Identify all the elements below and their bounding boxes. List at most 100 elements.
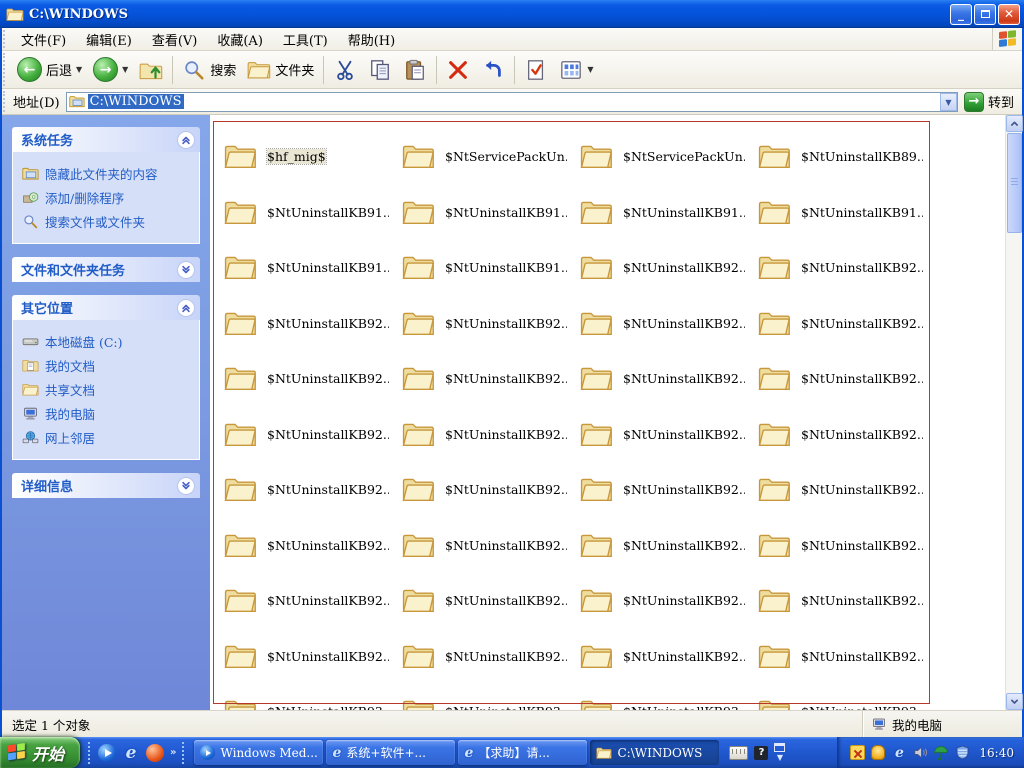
address-input[interactable]: C:\WINDOWS ▼ [66, 92, 958, 112]
keyboard-icon[interactable] [729, 746, 748, 760]
menu-edit[interactable]: 编辑(E) [76, 28, 142, 51]
menu-view[interactable]: 查看(V) [142, 28, 208, 51]
file-item[interactable]: $NtUninstallKB91... [398, 240, 576, 296]
vertical-scrollbar[interactable] [1005, 115, 1022, 710]
titlebar[interactable]: C:\WINDOWS _ ✕ [0, 0, 1024, 28]
sidebar-task-item[interactable]: 搜索文件或文件夹 [22, 209, 195, 233]
langbar-caret-icon[interactable]: ▼ [777, 753, 783, 762]
langbar-restore-icon[interactable] [774, 743, 785, 752]
menubar-grip[interactable] [3, 30, 10, 48]
file-item[interactable]: $NtUninstallKB92... [398, 462, 576, 518]
file-item[interactable]: $NtUninstallKB92... [220, 296, 398, 352]
file-item[interactable]: $NtServicePackUn... [398, 129, 576, 185]
scroll-down-button[interactable] [1006, 693, 1023, 710]
file-item[interactable]: $NtUninstallKB92... [576, 462, 754, 518]
address-value[interactable]: C:\WINDOWS [88, 94, 184, 109]
file-item[interactable]: $NtUninstallKB92... [398, 296, 576, 352]
views-dropdown-icon[interactable]: ▼ [587, 65, 593, 74]
panel-details-header[interactable]: 详细信息 [12, 473, 200, 498]
file-item[interactable]: $NtUninstallKB92... [576, 296, 754, 352]
file-item[interactable]: $NtUninstallKB91... [220, 185, 398, 241]
file-item[interactable]: $NtUninstallKB92... [754, 518, 932, 574]
file-item[interactable]: $NtUninstallKB92... [220, 462, 398, 518]
file-item[interactable]: $NtUninstallKB92... [220, 518, 398, 574]
delete-button[interactable] [441, 54, 475, 86]
sidebar-task-item[interactable]: 添加/删除程序 [22, 185, 195, 209]
checkdoc-button[interactable] [519, 54, 553, 86]
forward-button[interactable]: → ▼ [88, 54, 133, 86]
wmp-quicklaunch-icon[interactable] [98, 744, 116, 762]
sidebar-place-item[interactable]: 网上邻居 [22, 425, 195, 449]
start-button[interactable]: 开始 [0, 737, 80, 768]
file-list-area[interactable]: $hf_mig$ $NtServicePackUn... $NtServiceP… [210, 115, 1022, 710]
thunder-tray-icon[interactable] [849, 745, 865, 761]
file-item[interactable]: $NtUninstallKB93... [754, 684, 932, 710]
copy-button[interactable] [363, 54, 397, 86]
file-item[interactable]: $NtUninstallKB92... [754, 351, 932, 407]
quicklaunch-grip[interactable] [88, 742, 92, 764]
ie-quicklaunch-icon[interactable]: e [122, 744, 140, 762]
file-item[interactable]: $NtUninstallKB91... [754, 185, 932, 241]
file-item[interactable]: $NtUninstallKB92... [576, 351, 754, 407]
panel-other-places-header[interactable]: 其它位置 [12, 295, 200, 320]
up-button[interactable] [134, 54, 168, 86]
folders-button[interactable]: 文件夹 [242, 54, 319, 86]
paste-button[interactable] [398, 54, 432, 86]
panel-system-tasks-header[interactable]: 系统任务 [12, 127, 200, 152]
panel-file-tasks-header[interactable]: 文件和文件夹任务 [12, 257, 200, 282]
file-item[interactable]: $NtUninstallKB92... [754, 296, 932, 352]
cut-button[interactable] [328, 54, 362, 86]
file-item[interactable]: $NtUninstallKB91... [398, 185, 576, 241]
file-item[interactable]: $NtUninstallKB92... [576, 629, 754, 685]
minimize-button[interactable]: _ [950, 4, 972, 25]
qq-tray-icon[interactable] [870, 745, 886, 761]
file-item[interactable]: $NtUninstallKB92... [754, 629, 932, 685]
go-button[interactable]: → 转到 [958, 92, 1022, 112]
forward-dropdown-icon[interactable]: ▼ [122, 65, 128, 74]
sidebar-place-item[interactable]: 我的文档 [22, 353, 195, 377]
sidebar-place-item[interactable]: 我的电脑 [22, 401, 195, 425]
file-item[interactable]: $NtUninstallKB92... [220, 573, 398, 629]
file-item[interactable]: $NtUninstallKB93... [398, 684, 576, 710]
menu-file[interactable]: 文件(F) [11, 28, 76, 51]
file-item[interactable]: $NtUninstallKB92... [576, 407, 754, 463]
file-item[interactable]: $NtUninstallKB92... [576, 518, 754, 574]
file-item[interactable]: $NtUninstallKB91... [576, 185, 754, 241]
back-button[interactable]: ← 后退 ▼ [12, 54, 87, 86]
taskbar-button[interactable]: e 【求助】请... [458, 740, 587, 765]
sidebar-place-item[interactable]: 本地磁盘 (C:) [22, 329, 195, 353]
toolbar-grip[interactable] [3, 53, 10, 86]
file-item[interactable]: $NtUninstallKB93... [220, 684, 398, 710]
file-item[interactable]: $NtUninstallKB92... [398, 629, 576, 685]
scroll-up-button[interactable] [1006, 115, 1023, 132]
menu-favorites[interactable]: 收藏(A) [207, 28, 273, 51]
file-item[interactable]: $NtUninstallKB92... [398, 351, 576, 407]
search-button[interactable]: 搜索 [177, 54, 241, 86]
volume-tray-icon[interactable] [912, 745, 928, 761]
menu-tools[interactable]: 工具(T) [273, 28, 338, 51]
file-item[interactable]: $NtUninstallKB92... [220, 351, 398, 407]
ime-help-icon[interactable]: ? [754, 746, 768, 760]
file-item[interactable]: $NtUninstallKB92... [220, 407, 398, 463]
file-item[interactable]: $NtUninstallKB92... [754, 573, 932, 629]
firewall-shield-tray-icon[interactable] [954, 745, 970, 761]
file-item[interactable]: $NtUninstallKB92... [754, 240, 932, 296]
expand-button[interactable] [177, 477, 195, 495]
sidebar-task-item[interactable]: 隐藏此文件夹的内容 [22, 161, 195, 185]
sidebar-place-item[interactable]: 共享文档 [22, 377, 195, 401]
taskbar-button[interactable]: Windows Med... [194, 740, 323, 765]
address-dropdown-button[interactable]: ▼ [940, 93, 957, 111]
addressbar-grip[interactable] [3, 91, 10, 112]
taskbar-button[interactable]: e 系统+软件+... [326, 740, 455, 765]
file-item[interactable]: $NtUninstallKB91... [220, 240, 398, 296]
file-item[interactable]: $NtUninstallKB92... [398, 407, 576, 463]
file-item[interactable]: $NtUninstallKB92... [398, 518, 576, 574]
views-button[interactable]: ▼ [554, 54, 598, 86]
scrollbar-thumb[interactable] [1007, 133, 1022, 233]
close-button[interactable]: ✕ [998, 4, 1020, 25]
file-item[interactable]: $NtUninstallKB92... [754, 407, 932, 463]
collapse-button[interactable] [177, 131, 195, 149]
file-item[interactable]: $NtUninstallKB92... [398, 573, 576, 629]
collapse-button[interactable] [177, 299, 195, 317]
foxmail-quicklaunch-icon[interactable] [146, 744, 164, 762]
